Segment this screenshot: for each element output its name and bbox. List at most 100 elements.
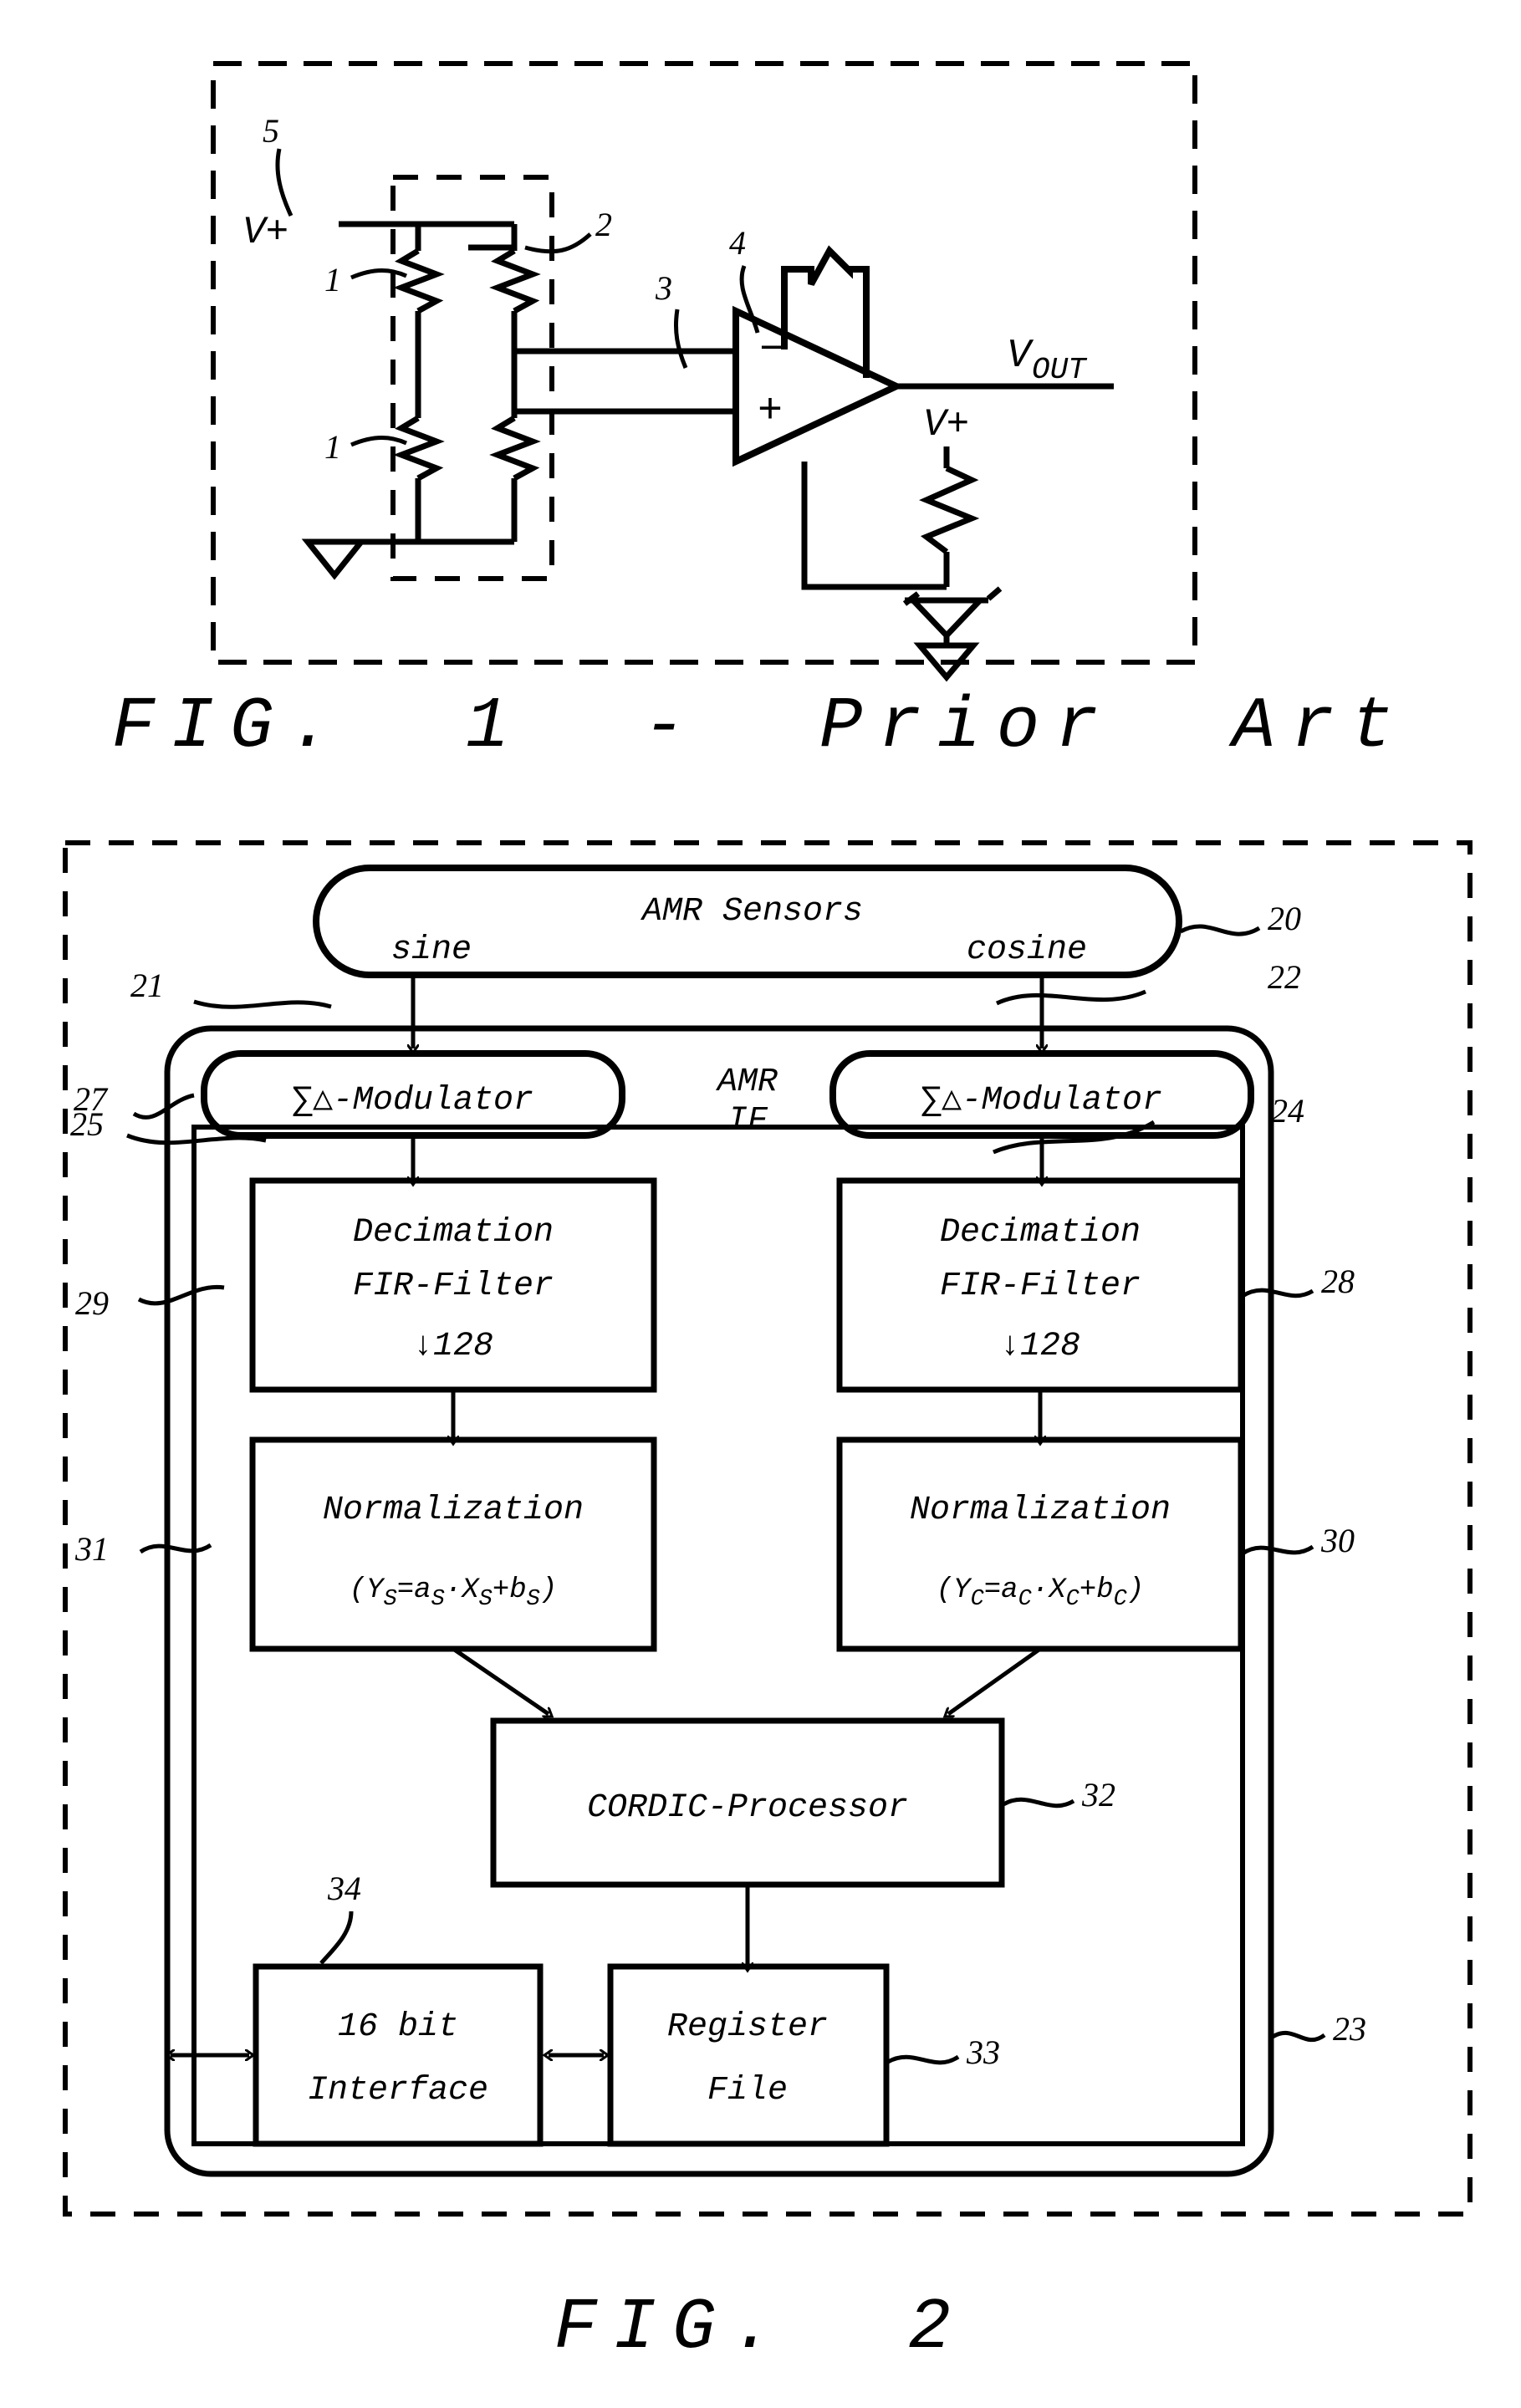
fig2-interface-block <box>253 1963 544 2147</box>
fig1-ref-resistor <box>919 465 980 554</box>
fig1-zener-diode-triangle <box>906 597 988 640</box>
fig2-fir-right-line2: FIR-Filter <box>940 1268 1141 1305</box>
fig1-resistor-2-lower <box>489 415 541 482</box>
norm-left-dot: ·X <box>445 1574 480 1606</box>
fig2-ref-21: 21 <box>130 967 164 1004</box>
fig2-register-line2: File <box>707 2072 788 2110</box>
fig2-ref23-leader <box>1271 2030 1326 2043</box>
fig2-amr-sensors-title: AMR Sensors <box>640 893 863 931</box>
norm-right-close: ) <box>1127 1574 1144 1606</box>
fig1-supply-label-left: V+ <box>242 211 288 254</box>
fig2-ref34-leader <box>319 1911 354 1965</box>
fig1-resistor-1-upper <box>393 247 445 314</box>
fig2-ref32-leader <box>1002 1797 1075 1809</box>
fig2-ref-28: 28 <box>1321 1263 1355 1300</box>
fig2-ref-31: 31 <box>74 1530 109 1568</box>
fig2-ref-34: 34 <box>327 1870 361 1907</box>
fig2-norm-right-line1: Normalization <box>910 1492 1171 1529</box>
figure-2: AMR Sensors sine cosine 20 AMR IF 23 ∑△-… <box>0 803 1521 2274</box>
figure-1: 5 V+ 1 1 2 3 − + 4 V OUT V+ <box>0 0 1521 686</box>
fig1-ref-4: 4 <box>729 224 746 262</box>
fig2-fir-left-line2: FIR-Filter <box>353 1268 554 1305</box>
fig2-arrow-norm-right-to-cordic <box>948 1646 1042 1714</box>
fig2-modulator-left-label: ∑△-Modulator <box>293 1082 533 1120</box>
fig2-fir-left-line3: ↓128 <box>413 1328 493 1365</box>
fig1-ref4-leader <box>739 265 760 334</box>
fig1-opamp-minus-symbol: − <box>759 327 784 375</box>
fig2-sine-label: sine <box>391 931 472 969</box>
fig2-fir-right-line3: ↓128 <box>1000 1328 1080 1365</box>
fig2-ref-24: 24 <box>1271 1092 1304 1130</box>
fig1-resistor-2-upper <box>489 247 541 314</box>
fig1-ref-5: 5 <box>263 112 279 150</box>
norm-left-plus: +b <box>493 1574 527 1606</box>
fig2-ref-25: 25 <box>70 1105 104 1143</box>
fig2-ref20-leader <box>1179 924 1261 936</box>
norm-left-close: ) <box>540 1574 557 1606</box>
fig1-output-label-sub: OUT <box>1032 353 1088 387</box>
patent-drawing-sheet: 5 V+ 1 1 2 3 − + 4 V OUT V+ FIG. 1 - Pri… <box>0 0 1521 2408</box>
figure-1-caption: FIG. 1 - Prior Art <box>111 686 1410 768</box>
fig1-ref1-lower-leader <box>350 436 408 447</box>
norm-right-dot: ·X <box>1032 1574 1067 1606</box>
fig1-ref5-leader <box>275 148 293 217</box>
fig1-opamp-top-supply-stub <box>781 245 870 378</box>
norm-left-open: ( <box>350 1574 366 1606</box>
fig2-amr-if-label-line2: IF <box>727 1102 768 1140</box>
fig1-ref-1-lower: 1 <box>324 428 341 466</box>
fig2-ref-22: 22 <box>1268 958 1301 996</box>
norm-right-eq: =a <box>984 1574 1018 1606</box>
fig2-fir-left-line1: Decimation <box>353 1214 554 1252</box>
fig2-ref-29: 29 <box>75 1284 109 1322</box>
norm-left-a-sub: S <box>431 1587 445 1612</box>
fig2-norm-right-formula: (YC=aC·XC+bC) <box>937 1574 1144 1612</box>
fig1-ref-3: 3 <box>655 269 672 307</box>
norm-right-b-sub: C <box>1114 1587 1127 1612</box>
fig1-output-label: V <box>1007 334 1034 379</box>
fig2-ref-23: 23 <box>1333 2010 1366 2048</box>
fig2-ref-33: 33 <box>966 2033 1000 2071</box>
fig1-ref-1-upper: 1 <box>324 261 341 298</box>
fig2-ref22-leader <box>995 989 1146 1006</box>
norm-right-x-sub: C <box>1066 1587 1080 1612</box>
fig2-norm-left-block <box>249 1436 657 1652</box>
fig1-ref1-upper-leader <box>350 268 408 280</box>
fig2-ref-30: 30 <box>1320 1522 1355 1559</box>
fig2-ref-32: 32 <box>1081 1776 1115 1814</box>
norm-right-open: ( <box>937 1574 953 1606</box>
fig2-norm-right-block <box>836 1436 1244 1652</box>
fig2-ref28-leader <box>1241 1288 1314 1298</box>
fig2-ref27-leader <box>132 1093 195 1120</box>
figure-2-caption: FIG. 2 <box>554 2287 967 2369</box>
fig2-ref29-leader <box>137 1284 225 1306</box>
norm-left-y-sub: S <box>384 1587 397 1612</box>
norm-right-a-sub: C <box>1018 1587 1032 1612</box>
fig2-modulator-right-label: ∑△-Modulator <box>921 1082 1162 1120</box>
fig1-supply-label-right: V+ <box>923 403 969 446</box>
norm-right-plus: +b <box>1080 1574 1114 1606</box>
fig1-ground-symbol-left <box>301 538 368 580</box>
norm-left-eq: =a <box>397 1574 431 1606</box>
fig1-opamp-plus-symbol: + <box>758 388 783 436</box>
norm-left-b-sub: S <box>527 1587 540 1612</box>
fig2-arrow-norm-left-to-cordic <box>452 1646 549 1714</box>
fig2-norm-left-formula: (YS=aS·XS+bS) <box>350 1574 557 1612</box>
fig2-interface-line1: 16 bit <box>338 2008 458 2046</box>
fig2-cosine-label: cosine <box>967 931 1087 969</box>
norm-right-y-sub: C <box>971 1587 984 1612</box>
fig2-register-file-block <box>607 1963 890 2147</box>
fig2-ref33-leader <box>886 2054 960 2065</box>
fig1-ref3-leader <box>673 309 688 369</box>
fig2-ref30-leader <box>1241 1544 1314 1556</box>
fig2-ref-20: 20 <box>1268 900 1301 937</box>
fig2-interface-line2: Interface <box>308 2072 488 2110</box>
fig2-norm-left-line1: Normalization <box>323 1492 584 1529</box>
fig1-opamp-ref-branch <box>801 462 947 590</box>
fig2-ref21-leader <box>193 999 332 1009</box>
fig2-register-line1: Register <box>667 2008 828 2046</box>
fig2-ref31-leader <box>139 1543 212 1554</box>
fig2-cordic-label: CORDIC-Processor <box>587 1789 908 1827</box>
fig1-ref2-leader <box>524 232 592 254</box>
fig1-ref-2: 2 <box>595 206 612 243</box>
norm-left-x-sub: S <box>479 1587 493 1612</box>
